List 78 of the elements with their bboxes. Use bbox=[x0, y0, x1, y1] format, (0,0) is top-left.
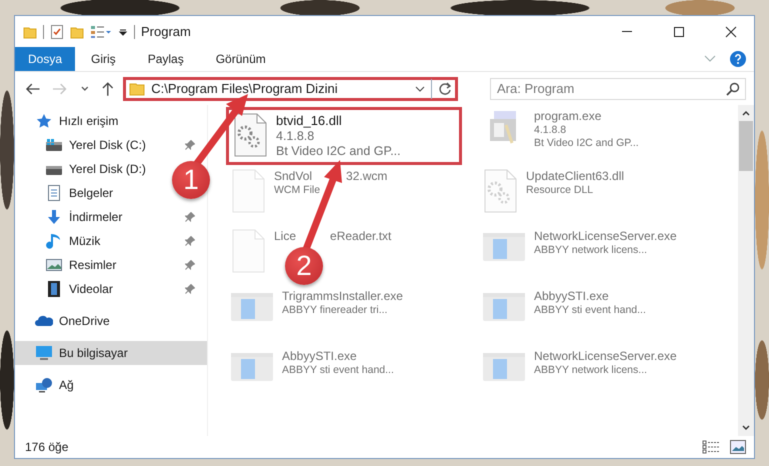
nav-item[interactable]: Bu bilgisayar bbox=[15, 341, 207, 365]
file-name: TrigrammsInstaller.exe bbox=[282, 289, 403, 303]
file-name: 32.wcm bbox=[346, 169, 388, 183]
address-bar[interactable]: C:\Program Files\Program Dizini bbox=[123, 76, 458, 100]
file-detail: WCM File bbox=[274, 184, 322, 196]
docs-icon bbox=[45, 185, 63, 201]
file-name: AbbyySTI.exe bbox=[282, 349, 357, 363]
file-detail: ABBYY network licens... bbox=[534, 364, 648, 376]
file-name: btvid_16.dll bbox=[276, 113, 342, 128]
file-name: program.exe bbox=[534, 109, 602, 123]
download-icon bbox=[45, 209, 63, 225]
music-icon bbox=[45, 233, 63, 249]
file-name: Lice bbox=[274, 229, 296, 243]
file-name: NetworkLicenseServer.exe bbox=[534, 229, 677, 243]
nav-item[interactable]: Videolar bbox=[15, 277, 207, 301]
ribbon-tab[interactable]: Giriş bbox=[75, 47, 132, 71]
help-icon[interactable] bbox=[730, 51, 746, 67]
file-detail: Bt Video I2C and GP... bbox=[534, 137, 639, 149]
file-detail: 4.1.8.8 bbox=[276, 129, 316, 143]
nav-item[interactable]: Müzik bbox=[15, 229, 207, 253]
file-name: SndVol bbox=[274, 169, 312, 183]
scroll-thumb[interactable] bbox=[739, 121, 753, 171]
videos-icon bbox=[45, 281, 63, 297]
item-count: 176 öğe bbox=[25, 440, 68, 454]
nav-item[interactable]: Yerel Disk (D:) bbox=[15, 157, 158, 181]
pictures-icon bbox=[45, 257, 63, 273]
search-field[interactable]: Ara: Program bbox=[490, 78, 746, 100]
checklist-icon[interactable] bbox=[50, 24, 64, 40]
minimize-icon bbox=[621, 30, 633, 33]
nav-item[interactable]: Hızlı erişim bbox=[15, 109, 130, 133]
ribbon-tab[interactable]: Dosya bbox=[15, 47, 76, 71]
file-detail: 4.1.8.8 bbox=[534, 124, 568, 136]
file-detail: ABBYY sti event hand... bbox=[534, 304, 646, 316]
onedrive-icon bbox=[35, 313, 53, 329]
list-icon[interactable] bbox=[90, 24, 112, 38]
pin-icon[interactable] bbox=[185, 236, 195, 246]
file-name: NetworkLicenseServer.exe bbox=[534, 349, 677, 363]
pin-icon[interactable] bbox=[185, 260, 195, 270]
scroll-up-icon[interactable] bbox=[741, 109, 751, 117]
nav-item[interactable]: Resimler bbox=[15, 253, 207, 277]
chevron-down-icon[interactable] bbox=[415, 84, 426, 92]
up-arrow-icon[interactable] bbox=[102, 80, 114, 96]
scrollbar[interactable] bbox=[738, 105, 754, 436]
file-detail: Bt Video I2C and GP... bbox=[276, 144, 401, 158]
maximize-icon bbox=[673, 26, 685, 38]
file-item[interactable]: btvid_16.dll 4.1.8.8 Bt Video I2C and GP... bbox=[226, 107, 462, 165]
pin-icon[interactable] bbox=[185, 140, 195, 150]
nav-item[interactable]: İndirmeler bbox=[15, 205, 207, 229]
file-detail: ABBYY network licens... bbox=[534, 244, 648, 256]
pin-icon[interactable] bbox=[185, 212, 195, 222]
nav-item[interactable]: OneDrive bbox=[15, 309, 122, 333]
network-icon bbox=[35, 377, 53, 393]
file-detail: ABBYY sti event hand... bbox=[282, 364, 394, 376]
pc-icon bbox=[35, 345, 53, 361]
window-title: Program bbox=[141, 24, 191, 39]
file-name: eReader.txt bbox=[330, 229, 392, 243]
caret-icon[interactable] bbox=[118, 26, 128, 36]
file-detail: ABBYY finereader tri... bbox=[282, 304, 388, 316]
close-icon bbox=[725, 26, 737, 38]
ribbon-tab[interactable]: Paylaş bbox=[132, 47, 200, 71]
folder-icon bbox=[129, 82, 146, 96]
ribbon-tab[interactable]: Görünüm bbox=[200, 47, 282, 71]
nav-item[interactable]: Yerel Disk (C:) bbox=[15, 133, 207, 157]
pin-icon[interactable] bbox=[185, 284, 195, 294]
drive-c-icon bbox=[45, 137, 63, 153]
chevron-down-icon[interactable] bbox=[80, 84, 90, 92]
nav-item[interactable]: Ağ bbox=[15, 373, 86, 397]
details-view-icon[interactable] bbox=[702, 440, 720, 454]
address-path[interactable]: C:\Program Files\Program Dizini bbox=[151, 81, 410, 96]
nav-item[interactable]: Belgeler bbox=[15, 181, 126, 205]
file-name: AbbyySTI.exe bbox=[534, 289, 609, 303]
file-name: UpdateClient63.dll bbox=[526, 169, 624, 183]
back-arrow-icon[interactable] bbox=[25, 82, 40, 94]
scroll-down-icon[interactable] bbox=[741, 424, 751, 432]
refresh-icon[interactable] bbox=[438, 82, 452, 96]
file-detail: Resource DLL bbox=[526, 184, 594, 196]
large-icons-view-icon[interactable] bbox=[730, 440, 746, 454]
search-icon[interactable] bbox=[726, 82, 740, 96]
